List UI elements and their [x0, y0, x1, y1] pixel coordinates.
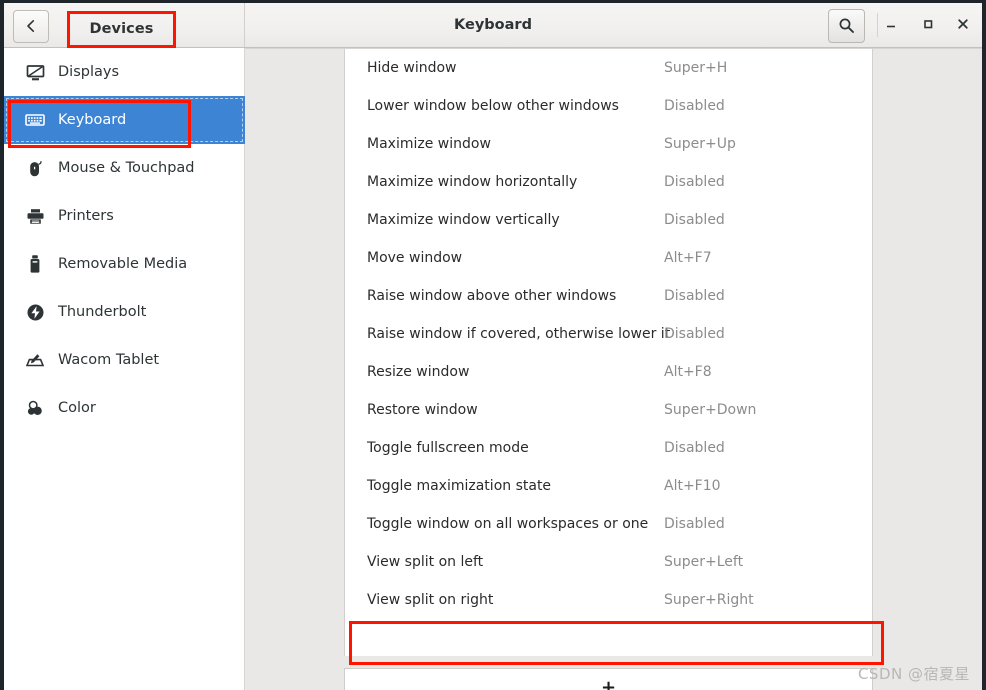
settings-window: Keyboard Devices Displays Keyboard Mouse…	[4, 3, 982, 690]
back-button[interactable]	[13, 10, 49, 43]
sidebar: Displays Keyboard Mouse & Touchpad Printers…	[4, 48, 245, 690]
search-button[interactable]	[828, 9, 865, 43]
shortcut-row[interactable]: Move window Alt+F7	[345, 239, 872, 277]
sidebar-item-label: Thunderbolt	[58, 304, 147, 320]
plus-icon: +	[600, 677, 617, 690]
shortcut-row[interactable]: Restore window Super+Down	[345, 391, 872, 429]
minimize-button[interactable]	[877, 11, 905, 39]
close-button[interactable]	[949, 11, 977, 39]
shortcut-row[interactable]: Raise window above other windows Disabled	[345, 277, 872, 315]
thunderbolt-icon	[22, 303, 48, 322]
shortcut-name: Maximize window	[367, 136, 491, 152]
shortcut-accelerator: Super+Down	[664, 402, 757, 418]
shortcut-accelerator: Disabled	[664, 174, 725, 190]
shortcut-accelerator: Super+Right	[664, 592, 754, 608]
shortcut-accelerator: Disabled	[664, 326, 725, 342]
sidebar-item-label: Wacom Tablet	[58, 352, 160, 368]
printer-icon	[22, 207, 48, 226]
shortcut-accelerator: Alt+F8	[664, 364, 712, 380]
shortcut-accelerator: Disabled	[664, 440, 725, 456]
shortcut-row[interactable]: Lower window below other windows Disabled	[345, 87, 872, 125]
shortcut-row[interactable]: Maximize window horizontally Disabled	[345, 163, 872, 201]
shortcut-accelerator: Disabled	[664, 516, 725, 532]
sidebar-item-label: Printers	[58, 208, 114, 224]
shortcut-name: Raise window above other windows	[367, 288, 617, 304]
shortcut-row[interactable]: Maximize window vertically Disabled	[345, 201, 872, 239]
keyboard-icon	[22, 110, 48, 130]
shortcut-row[interactable]: Resize window Alt+F8	[345, 353, 872, 391]
sidebar-item-mouse-touchpad[interactable]: Mouse & Touchpad	[4, 144, 245, 192]
shortcut-accelerator: Disabled	[664, 212, 725, 228]
shortcut-name: View split on left	[367, 554, 484, 570]
sidebar-item-label: Displays	[58, 64, 120, 80]
shortcut-row[interactable]: Raise window if covered, otherwise lower…	[345, 315, 872, 353]
shortcut-accelerator: Super+Left	[664, 554, 744, 570]
shortcut-row[interactable]: Hide window Super+H	[345, 49, 872, 87]
shortcut-row[interactable]: Toggle fullscreen mode Disabled	[345, 429, 872, 467]
shortcut-accelerator: Alt+F7	[664, 250, 712, 266]
shortcut-accelerator: Super+H	[664, 60, 728, 76]
shortcut-accelerator: Alt+F10	[664, 478, 721, 494]
sidebar-item-label: Mouse & Touchpad	[58, 160, 195, 176]
sidebar-item-label: Color	[58, 400, 96, 416]
titlebar: Keyboard Devices	[4, 3, 982, 48]
monitor-icon	[22, 63, 48, 82]
sidebar-item-removable-media[interactable]: Removable Media	[4, 240, 245, 288]
shortcut-name: View split on right	[367, 592, 494, 608]
sidebar-item-thunderbolt[interactable]: Thunderbolt	[4, 288, 245, 336]
color-profile-icon	[22, 399, 48, 418]
shortcut-row[interactable]: Toggle maximization state Alt+F10	[345, 467, 872, 505]
screen: Keyboard Devices Displays Keyboard Mouse…	[0, 0, 986, 690]
shortcut-row[interactable]: Toggle window on all workspaces or one Di…	[345, 505, 872, 543]
shortcut-accelerator: Super+Up	[664, 136, 736, 152]
maximize-button[interactable]	[914, 11, 942, 39]
shortcut-name: Move window	[367, 250, 463, 266]
maximize-icon	[921, 16, 935, 35]
shortcut-name: Raise window if covered, otherwise lower…	[367, 326, 671, 342]
shortcut-name: Maximize window horizontally	[367, 174, 578, 190]
shortcut-row[interactable]: View split on left Super+Left	[345, 543, 872, 581]
titlebar-left-pane: Devices	[4, 3, 245, 47]
page-title: Devices	[89, 21, 154, 37]
shortcut-name: Restore window	[367, 402, 478, 418]
usb-drive-icon	[22, 254, 48, 274]
shortcut-name: Maximize window vertically	[367, 212, 560, 228]
shortcut-name: Hide window	[367, 60, 457, 76]
minimize-icon	[884, 16, 898, 35]
shortcut-row[interactable]: View split on right Super+Right	[345, 581, 872, 619]
content-area: Hide window Super+H Lower window below oth…	[245, 48, 982, 690]
shortcut-accelerator: Disabled	[664, 98, 725, 114]
shortcut-name: Toggle window on all workspaces or one	[367, 516, 649, 532]
sidebar-item-color[interactable]: Color	[4, 384, 245, 432]
sidebar-item-wacom-tablet[interactable]: Wacom Tablet	[4, 336, 245, 384]
shortcut-name: Resize window	[367, 364, 470, 380]
shortcut-name: Lower window below other windows	[367, 98, 619, 114]
shortcut-name: Toggle maximization state	[367, 478, 552, 494]
close-icon	[956, 16, 970, 35]
sidebar-item-printers[interactable]: Printers	[4, 192, 245, 240]
add-shortcut-button[interactable]: +	[344, 668, 873, 690]
watermark: CSDN @宿夏星	[857, 665, 970, 683]
sidebar-item-displays[interactable]: Displays	[4, 48, 245, 96]
sidebar-item-label: Removable Media	[58, 256, 188, 272]
sidebar-item-keyboard[interactable]: Keyboard	[4, 96, 245, 144]
shortcut-accelerator: Disabled	[664, 288, 725, 304]
shortcut-name: Toggle fullscreen mode	[367, 440, 529, 456]
mouse-icon	[22, 159, 48, 178]
shortcuts-list: Hide window Super+H Lower window below oth…	[344, 49, 873, 656]
wacom-tablet-icon	[22, 351, 48, 370]
sidebar-item-label: Keyboard	[58, 112, 127, 128]
shortcut-row[interactable]: Maximize window Super+Up	[345, 125, 872, 163]
